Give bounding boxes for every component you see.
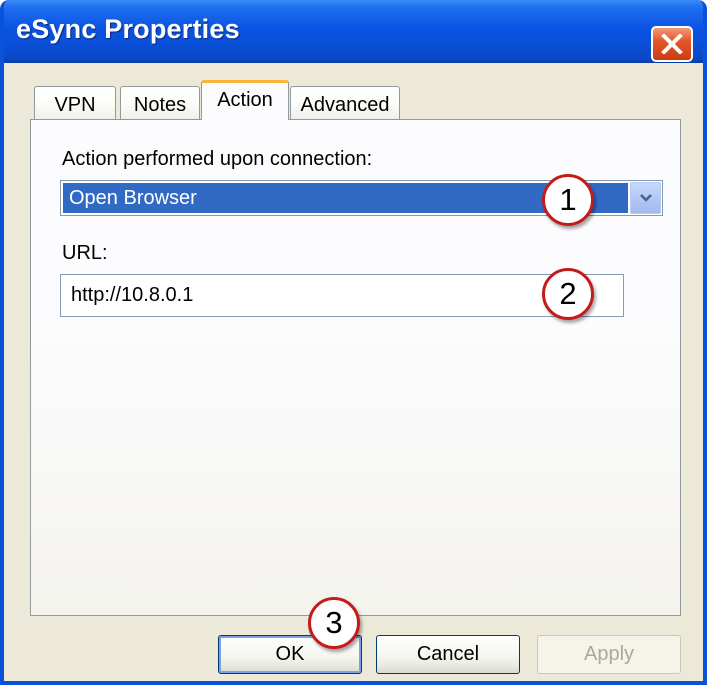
cancel-button[interactable]: Cancel [376, 635, 520, 674]
url-input[interactable]: http://10.8.0.1 [60, 274, 624, 317]
action-select-dropdown-button[interactable] [630, 182, 661, 214]
close-button[interactable] [651, 26, 693, 62]
title-bar[interactable]: eSync Properties [4, 0, 703, 63]
apply-button[interactable]: Apply [537, 635, 681, 674]
action-label: Action performed upon connection: [62, 148, 373, 170]
callout-1: 1 [542, 174, 594, 226]
window-title: eSync Properties [16, 14, 240, 44]
callout-2: 2 [542, 268, 594, 320]
chevron-down-icon [640, 194, 652, 202]
close-icon [661, 34, 683, 54]
tab-action[interactable]: Action [201, 80, 289, 120]
url-label: URL: [62, 242, 108, 264]
callout-3: 3 [308, 597, 360, 649]
